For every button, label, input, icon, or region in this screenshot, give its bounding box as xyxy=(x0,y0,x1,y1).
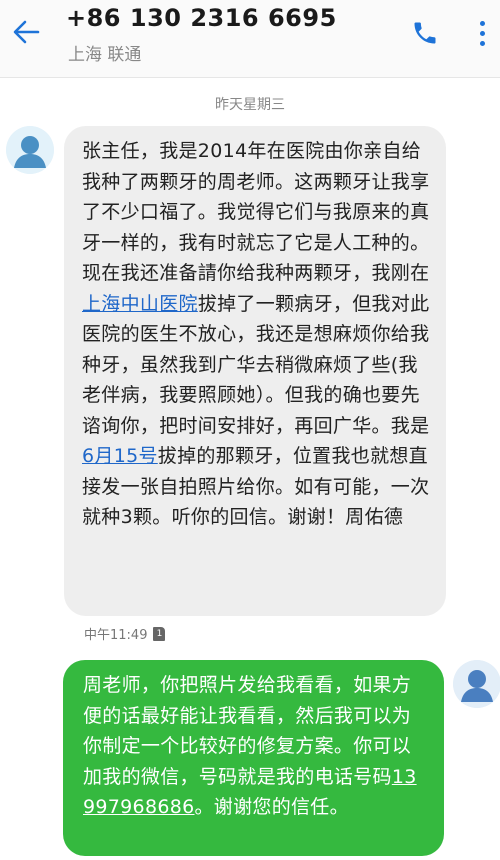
more-options-button[interactable] xyxy=(470,14,494,52)
carrier-label: 上海 联通 xyxy=(68,45,142,65)
date-separator: 昨天星期三 xyxy=(215,97,285,113)
contact-avatar[interactable] xyxy=(6,126,54,174)
phone-icon xyxy=(414,22,436,44)
back-button[interactable] xyxy=(6,12,46,52)
outgoing-message-bubble[interactable]: 周老师，你把照片发给我看看，如果方便的话最好能让我看看，然后我可以为你制定一个比… xyxy=(63,660,444,856)
outgoing-message-text: 周老师，你把照片发给我看看，如果方便的话最好能让我看看，然后我可以为你制定一个比… xyxy=(83,674,417,818)
person-avatar-icon xyxy=(453,660,500,708)
incoming-message-bubble[interactable]: 张主任，我是2014年在医院由你亲自给我种了两颗牙的周老师。这两颗牙让我享了不少… xyxy=(64,126,446,616)
conversation-header: +86 130 2316 6695 上海 联通 xyxy=(0,0,500,78)
hospital-link[interactable]: 上海中山医院 xyxy=(82,293,198,315)
call-button[interactable] xyxy=(406,14,444,52)
contact-number: +86 130 2316 6695 xyxy=(66,4,337,32)
person-avatar-icon xyxy=(6,126,54,174)
more-vertical-icon xyxy=(479,20,485,26)
message-meta: 中午11:49 1 xyxy=(84,624,166,643)
incoming-message-text: 张主任，我是2014年在医院由你亲自给我种了两颗牙的周老师。这两颗牙让我享了不少… xyxy=(82,140,430,528)
arrow-left-icon xyxy=(13,20,40,44)
my-avatar[interactable] xyxy=(453,660,500,708)
sim-card-icon: 1 xyxy=(153,626,166,641)
message-time: 中午11:49 xyxy=(84,628,148,643)
date-link[interactable]: 6月15号 xyxy=(82,445,158,467)
